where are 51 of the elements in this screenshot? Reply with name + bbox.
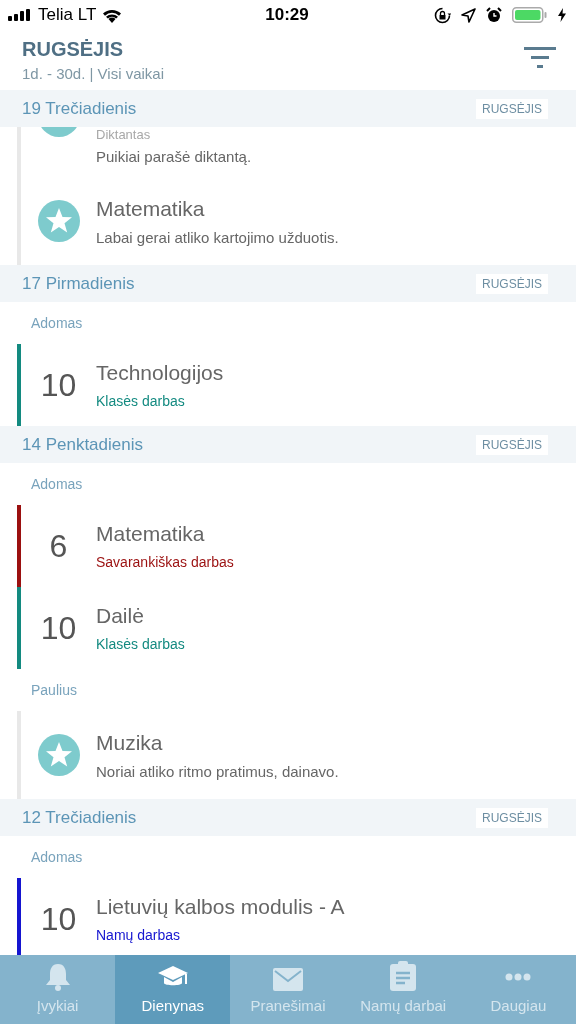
subject-name: Lietuvių kalbos modulis - A [96,895,345,919]
day-title: 14 Penktadienis [22,434,143,455]
alarm-icon [486,7,502,23]
comment-text: Labai gerai atliko kartojimo užduotis. [96,228,339,246]
clock-time: 10:29 [265,5,309,25]
nav-tab[interactable]: Įvykiai [0,955,116,1024]
location-icon [461,7,476,23]
month-badge: RUGSĖJIS [476,807,548,828]
grade-value: 6 [49,527,68,565]
clipboard-icon [390,961,417,991]
day-title: 19 Trečiadienis [22,98,137,119]
month-badge: RUGSĖJIS [476,434,548,455]
child-name: Adomas [31,315,83,331]
month-badge: RUGSĖJIS [476,273,548,294]
subject-name: Technologijos [96,361,224,385]
period-subtitle: 1d. - 30d. | Visi vaikai [22,65,165,82]
month-title: RUGSĖJIS [22,38,125,61]
subject-name: Muzika [96,730,164,755]
grade-value: 10 [40,900,77,938]
comment-text: Noriai atliko ritmo pratimus, dainavo. [96,762,339,780]
month-badge: RUGSĖJIS [476,98,548,119]
child-name: Adomas [31,476,83,492]
day-title: 17 Pirmadienis [22,273,135,294]
day-title: 12 Trečiadienis [22,807,137,828]
comment-text: Puikiai parašė diktantą. [96,148,252,165]
charging-icon [558,8,566,22]
subject-name: Dailė [96,604,145,628]
carrier-name: Telia LT [38,5,97,25]
child-name: Paulius [31,682,77,698]
wifi-icon [102,7,123,23]
subject-name: Matematika [96,522,206,546]
work-type: Savarankiškas darbas [96,554,234,570]
nav-tab[interactable]: Pranešimai [230,955,346,1024]
signal-icon [8,9,32,21]
work-type: Klasės darbas [96,393,186,409]
work-type: Klasės darbas [96,636,185,652]
grade-value: 10 [40,366,77,404]
rotation-lock-icon [434,6,451,24]
subject-name: Matematika [96,196,206,221]
grade-value: 10 [40,609,77,647]
nav-tab[interactable]: Dienynas [115,955,231,1024]
more-icon [505,973,532,981]
work-type: Namų darbas [96,927,182,943]
envelope-icon [273,968,303,991]
filter-icon[interactable] [524,47,556,69]
bell-icon [44,963,71,991]
child-name: Adomas [31,849,83,865]
battery-icon [512,7,548,23]
nav-tab[interactable]: Daugiau [460,955,576,1024]
comment-label: Diktantas [96,127,152,142]
nav-tab[interactable]: Namų darbai [345,955,461,1024]
